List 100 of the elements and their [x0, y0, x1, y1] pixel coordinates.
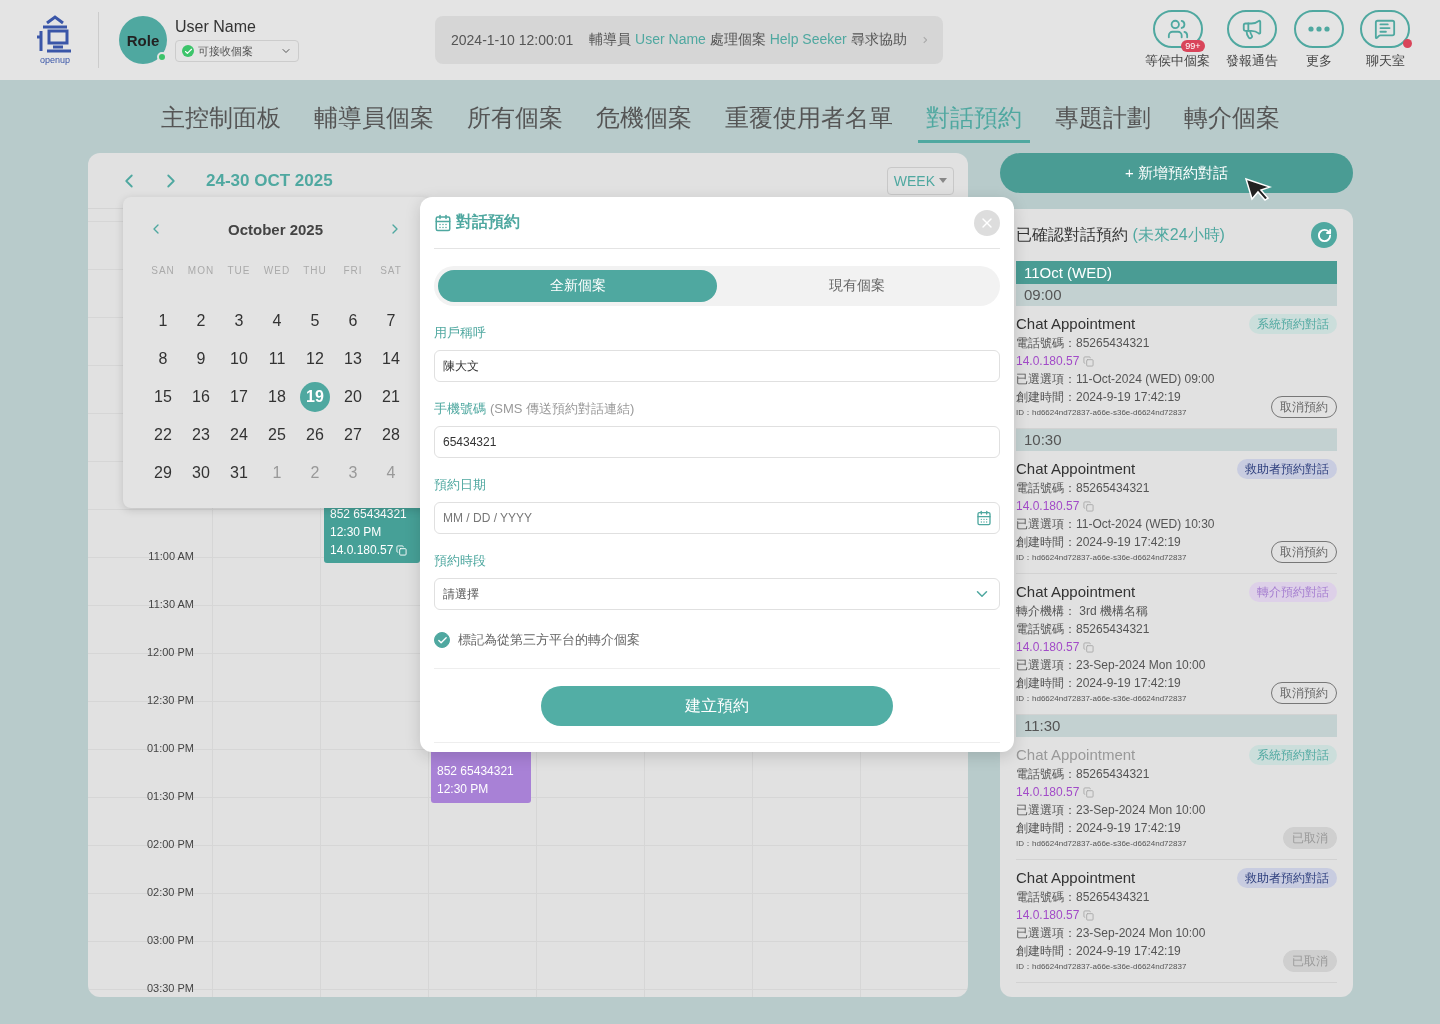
case-type-tab[interactable]: 現有個案 — [717, 270, 996, 302]
input-field[interactable]: 陳大文 — [434, 350, 1000, 382]
field-label: 預約時段 — [434, 552, 486, 570]
field-hint: (SMS 傳送預約對話連結) — [490, 400, 635, 418]
nav-tab[interactable]: 專題計劃 — [1046, 95, 1159, 143]
appointment-title: Chat Appointment — [1016, 459, 1137, 479]
megaphone-icon — [1241, 18, 1263, 40]
day-button[interactable]: 24 — [220, 416, 258, 454]
notification-bar[interactable]: 2024-1-10 12:00:01 輔導員 User Name 處理個案 Help Seeker 尋求協助 — [435, 16, 943, 64]
type-tag: 系統預約對話 — [1249, 745, 1337, 765]
day-button[interactable]: 8 — [144, 340, 182, 378]
nav-tab[interactable]: 轉介個案 — [1175, 95, 1288, 143]
date-field[interactable]: MM / DD / YYYY — [434, 502, 1000, 534]
nav-tab[interactable]: 輔導員個案 — [305, 95, 442, 143]
time-label: 01:30 PM — [145, 789, 195, 803]
type-tag: 轉介預約對話 — [1249, 582, 1337, 602]
day-button[interactable]: 20 — [334, 378, 372, 416]
logo-text: openup — [39, 55, 70, 65]
day-button[interactable]: 15 — [144, 378, 182, 416]
day-button[interactable]: 28 — [372, 416, 410, 454]
day-button[interactable]: 31 — [220, 454, 258, 492]
date-header: 11Oct (WED) — [1016, 261, 1337, 284]
day-button[interactable]: 6 — [334, 302, 372, 340]
day-button[interactable]: 29 — [144, 454, 182, 492]
chosen-slot-text: 已選選項：23-Sep-2024 Mon 10:00 — [1016, 657, 1207, 674]
time-label: 02:00 PM — [145, 837, 195, 851]
cursor-icon — [1244, 177, 1272, 201]
toolbar-button[interactable]: 聊天室 — [1360, 10, 1410, 70]
people-icon — [1166, 18, 1189, 40]
created-time-text: 創建時間：2024-9-19 17:42:19 — [1016, 675, 1182, 692]
day-button[interactable]: 22 — [144, 416, 182, 454]
notice-message: 輔導員 User Name 處理個案 Help Seeker 尋求協助 — [589, 31, 907, 49]
phone-text: 電話號碼：85265434321 — [1016, 480, 1151, 497]
day-button[interactable]: 5 — [296, 302, 334, 340]
appointment-title: Chat Appointment — [1016, 582, 1137, 602]
weekday-label: SAN — [150, 264, 176, 278]
input-field[interactable]: 65434321 — [434, 426, 1000, 458]
calendar-icon[interactable] — [976, 510, 992, 526]
nav-tab[interactable]: 重覆使用者名單 — [716, 95, 901, 143]
close-button[interactable] — [974, 209, 1000, 236]
type-tag: 系統預約對話 — [1249, 314, 1337, 334]
day-button[interactable]: 18 — [258, 378, 296, 416]
copy-icon[interactable] — [1083, 355, 1095, 367]
phone-text: 電話號碼：85265434321 — [1016, 766, 1151, 783]
dialog-title: 對話預約 — [456, 212, 520, 232]
check-icon — [182, 45, 194, 57]
created-time-text: 創建時間：2024-9-19 17:42:19 — [1016, 820, 1182, 837]
copy-icon[interactable] — [1083, 500, 1095, 512]
refresh-button[interactable] — [1311, 222, 1337, 248]
day-button[interactable]: 16 — [182, 378, 220, 416]
weekday-label: FRI — [342, 264, 364, 278]
time-label: 11:30 AM — [147, 597, 195, 611]
day-button[interactable]: 1 — [144, 302, 182, 340]
day-button[interactable]: 13 — [334, 340, 372, 378]
nav-tab[interactable]: 所有個案 — [458, 95, 571, 143]
phone-text: 電話號碼：85265434321 — [1016, 621, 1151, 638]
toolbar-button[interactable]: 99+ 等侯中個案 — [1145, 10, 1210, 70]
chosen-slot-text: 已選選項：11-Oct-2024 (WED) 09:00 — [1016, 371, 1216, 388]
day-button[interactable]: 27 — [334, 416, 372, 454]
day-button[interactable]: 14 — [372, 340, 410, 378]
day-button[interactable]: 9 — [182, 340, 220, 378]
chat-icon — [1374, 18, 1396, 40]
day-button[interactable]: 3 — [220, 302, 258, 340]
day-button[interactable]: 2 — [182, 302, 220, 340]
referral-checkbox[interactable] — [434, 632, 450, 648]
copy-icon[interactable] — [1083, 641, 1095, 653]
chosen-slot-text: 已選選項：23-Sep-2024 Mon 10:00 — [1016, 925, 1207, 942]
day-button[interactable]: 26 — [296, 416, 334, 454]
copy-icon[interactable] — [1083, 909, 1095, 921]
avatar: Role — [119, 16, 167, 64]
more-icon — [1308, 26, 1330, 32]
day-button[interactable]: 30 — [182, 454, 220, 492]
time-label: 03:00 PM — [145, 933, 195, 947]
id-text: ID：hd6624nd72837-a66e-s36e-d6624nd72837 — [1016, 961, 1188, 973]
day-button[interactable]: 11 — [258, 340, 296, 378]
user-name: User Name — [175, 18, 257, 36]
toolbar-button[interactable]: 發報通告 — [1226, 10, 1278, 70]
day-button[interactable]: 23 — [182, 416, 220, 454]
panel-title: 已確認對話預約 (未來24小時) — [1016, 224, 1225, 245]
type-tag: 救助者預約對話 — [1237, 459, 1337, 479]
copy-icon[interactable] — [1083, 786, 1095, 798]
time-label: 02:30 PM — [145, 885, 195, 899]
field-label: 用戶稱呼 — [434, 324, 486, 342]
day-button[interactable]: 4 — [258, 302, 296, 340]
time-header: 11:30 — [1016, 715, 1337, 737]
id-text: ID：hd6624nd72837-a66e-s36e-d6624nd72837 — [1016, 838, 1188, 850]
day-button[interactable]: 12 — [296, 340, 334, 378]
day-button[interactable]: 10 — [220, 340, 258, 378]
day-button[interactable]: 25 — [258, 416, 296, 454]
nav-tab[interactable]: 主控制面板 — [152, 95, 289, 143]
id-text: ID：hd6624nd72837-a66e-s36e-d6624nd72837 — [1016, 552, 1188, 564]
status-dropdown[interactable]: 可接收個案 — [175, 40, 299, 62]
time-slot-select[interactable]: 請選擇 — [434, 578, 1000, 610]
day-button[interactable]: 21 — [372, 378, 410, 416]
checkbox-label: 標記為從第三方平台的轉介個案 — [458, 631, 640, 649]
ip-address: 14.0.180.57 — [1016, 498, 1080, 515]
day-button[interactable]: 17 — [220, 378, 258, 416]
toolbar-button[interactable]: 更多 — [1294, 10, 1344, 70]
nav-tab[interactable]: 危機個案 — [587, 95, 700, 143]
day-button[interactable]: 7 — [372, 302, 410, 340]
